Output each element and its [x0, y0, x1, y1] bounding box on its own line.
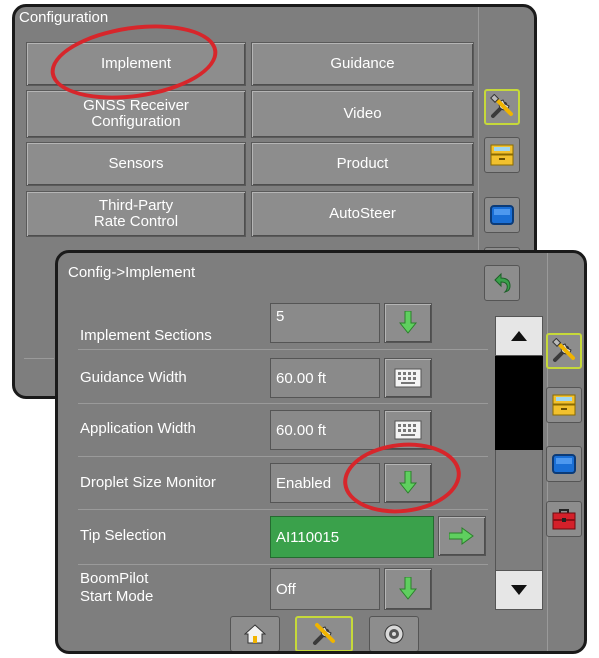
tools-icon[interactable] [546, 333, 582, 369]
guidance-button[interactable]: Guidance [251, 42, 474, 86]
implement-sections-label: Implement Sections [80, 327, 212, 344]
tip-selection-value[interactable]: AI110015 [270, 516, 434, 558]
boompilot-start-mode-label: BoomPilot Start Mode [80, 570, 154, 605]
home-icon[interactable] [230, 616, 280, 651]
monitor-icon[interactable] [484, 197, 520, 233]
back-button[interactable] [484, 265, 520, 301]
guidance-width-value[interactable]: 60.00 ft [270, 358, 380, 398]
config-implement-panel: Config->Implement Implement Sections 5 G… [55, 250, 587, 654]
scroll-down-button[interactable] [495, 570, 543, 610]
guidance-width-label: Guidance Width [80, 369, 187, 386]
row-divider [78, 349, 488, 350]
keyboard-icon[interactable] [384, 358, 432, 398]
divider [24, 358, 54, 359]
application-width-label: Application Width [80, 420, 196, 437]
scroll-thumb[interactable] [495, 356, 543, 450]
scroll-up-button[interactable] [495, 316, 543, 356]
arrow-down-icon[interactable] [384, 568, 432, 610]
panel-title: Configuration [19, 9, 109, 26]
product-button[interactable]: Product [251, 142, 474, 186]
third-party-rate-control-button[interactable]: Third-Party Rate Control [26, 191, 246, 237]
drawer-icon[interactable] [484, 137, 520, 173]
toolbox-icon[interactable] [546, 501, 582, 537]
tools-icon[interactable] [484, 89, 520, 125]
application-width-value[interactable]: 60.00 ft [270, 410, 380, 450]
implement-sections-value[interactable]: 5 [270, 303, 380, 343]
row-divider [78, 564, 488, 565]
arrow-down-icon[interactable] [384, 303, 432, 343]
tip-selection-label: Tip Selection [80, 527, 167, 544]
boompilot-start-mode-value[interactable]: Off [270, 568, 380, 610]
tools-icon[interactable] [295, 616, 353, 651]
autosteer-button[interactable]: AutoSteer [251, 191, 474, 237]
row-divider [78, 403, 488, 404]
droplet-size-monitor-label: Droplet Size Monitor [80, 474, 216, 491]
scroll-track[interactable] [495, 450, 543, 570]
drawer-icon[interactable] [546, 387, 582, 423]
arrow-right-icon[interactable] [438, 516, 486, 556]
monitor-icon[interactable] [546, 446, 582, 482]
sensors-button[interactable]: Sensors [26, 142, 246, 186]
panel-title: Config->Implement [68, 264, 196, 281]
target-icon[interactable] [369, 616, 419, 651]
video-button[interactable]: Video [251, 90, 474, 138]
row-divider [78, 509, 488, 510]
